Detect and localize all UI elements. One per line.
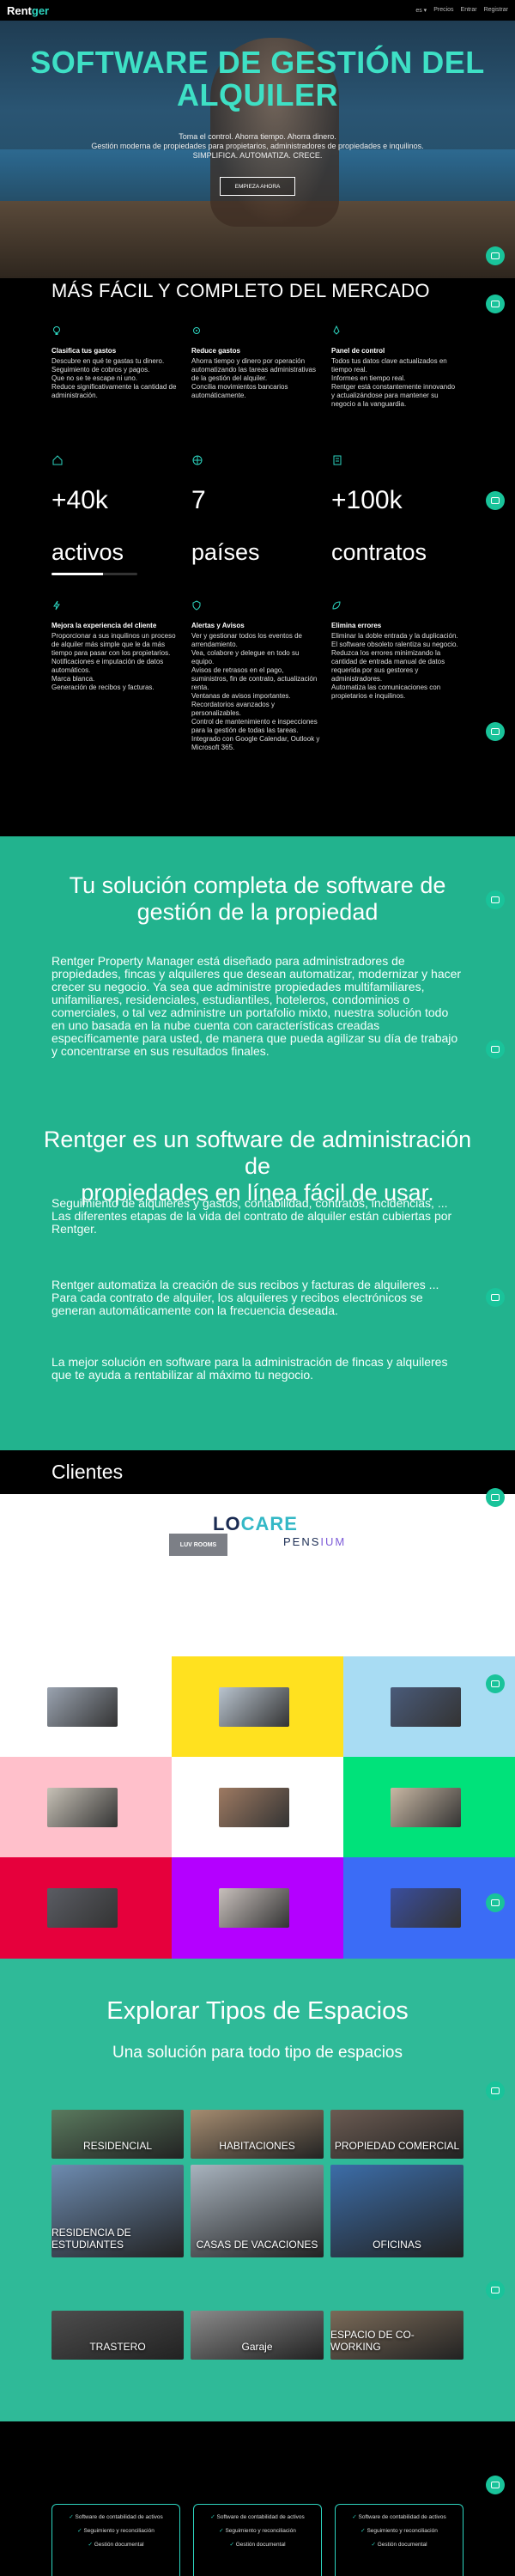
grid-cell <box>0 1757 172 1857</box>
hero-subtitle: Toma el control. Ahorra tiempo. Ahorra d… <box>91 132 424 160</box>
nav-link-login[interactable]: Entrar <box>461 7 477 14</box>
space-tile-rooms[interactable]: HABITACIONES <box>191 2110 324 2159</box>
spaces-heading: Explorar Tipos de Espacios <box>106 1997 409 2025</box>
chat-icon[interactable] <box>486 246 505 265</box>
feature-reduce-costs: Reduce gastos Ahorra tiempo y dinero por… <box>191 325 320 400</box>
grid-cell <box>172 1857 343 1959</box>
gear-icon <box>193 327 200 334</box>
clients-logos: LUV ROOMS LOCARE PENSIUM <box>0 1494 515 1681</box>
nav-link-register[interactable]: Registrar <box>484 7 508 14</box>
solution-paragraph: Rentger Property Manager está diseñado p… <box>52 954 462 1058</box>
image-grid <box>0 1656 515 1959</box>
stat-assets: +40k activos <box>52 454 180 575</box>
grid-cell <box>0 1857 172 1959</box>
chat-icon[interactable] <box>486 2476 505 2494</box>
grid-cell <box>343 1757 515 1857</box>
chat-icon[interactable] <box>486 295 505 313</box>
top-navbar: Rentger es ▾ Precios Entrar Registrar <box>0 0 515 21</box>
client-logo-pensium: PENSIUM <box>283 1535 347 1548</box>
grid-photo <box>391 1687 461 1727</box>
chat-icon[interactable] <box>486 491 505 510</box>
progress-bar <box>52 573 137 575</box>
features-section: MÁS FÁCIL Y COMPLETO DEL MERCADO Clasifi… <box>0 278 515 836</box>
feature-eliminate-errors: Elimina errores Eliminar la doble entrad… <box>331 600 460 701</box>
space-tile-residential[interactable]: RESIDENCIAL <box>52 2110 184 2159</box>
home-icon <box>52 455 63 465</box>
space-tile-commercial[interactable]: PROPIEDAD COMERCIAL <box>330 2110 464 2159</box>
chat-icon[interactable] <box>486 890 505 909</box>
grid-cell <box>172 1757 343 1857</box>
solution-section: Tu solución completa de software de gest… <box>0 836 515 1450</box>
grid-photo <box>219 1888 289 1928</box>
clients-heading: Clientes <box>52 1461 124 1483</box>
start-now-button[interactable]: EMPIEZA AHORA <box>220 177 295 196</box>
stat-countries: 7 países <box>191 454 320 566</box>
grid-photo <box>47 1788 118 1827</box>
globe-icon <box>192 455 203 465</box>
hero-section: SOFTWARE DE GESTIÓN DEL ALQUILER Toma el… <box>0 21 515 278</box>
grid-photo <box>219 1687 289 1727</box>
chat-icon[interactable] <box>486 1040 505 1059</box>
chat-icon[interactable] <box>486 1893 505 1912</box>
feature-dashboard: Panel de control Todos tus datos clave a… <box>331 325 460 409</box>
features-heading: MÁS FÁCIL Y COMPLETO DEL MERCADO <box>52 280 430 301</box>
stat-contracts: +100k contratos <box>331 454 460 566</box>
pricing-footer: Software de contabilidad de activos Segu… <box>0 2421 515 2576</box>
feature-alerts: Alertas y Avisos Ver y gestionar todos l… <box>191 600 320 752</box>
chat-icon[interactable] <box>486 1488 505 1507</box>
bulb-icon <box>53 326 60 335</box>
chat-icon[interactable] <box>486 1288 505 1307</box>
solution-heading: Tu solución completa de software de gest… <box>69 872 446 925</box>
language-selector[interactable]: es ▾ <box>415 7 427 14</box>
feature-customer-experience: Mejora la experiencia del cliente Propor… <box>52 600 180 692</box>
feature-expenses: Clasifica tus gastos Descubre en qué te … <box>52 325 180 400</box>
grid-photo <box>47 1888 118 1928</box>
grid-cell <box>0 1656 172 1757</box>
grid-photo <box>391 1788 461 1827</box>
hero-title: SOFTWARE DE GESTIÓN DEL ALQUILER <box>30 45 485 112</box>
rocket-icon <box>333 325 340 335</box>
client-logo-luvrooms: LUV ROOMS <box>169 1534 227 1556</box>
plan-card: Software de contabilidad de activos Segu… <box>335 2504 464 2576</box>
lightning-icon <box>53 600 60 611</box>
space-tile-offices[interactable]: OFICINAS <box>330 2165 464 2257</box>
space-tile-garage[interactable]: Garaje <box>191 2311 324 2360</box>
chat-icon[interactable] <box>486 2281 505 2300</box>
space-tile-coworking[interactable]: ESPACIO DE CO-WORKING <box>330 2311 464 2360</box>
grid-photo <box>47 1687 118 1727</box>
grid-cell <box>172 1656 343 1757</box>
solution-subheading: Rentger es un software de administración… <box>43 1127 472 1206</box>
shield-icon <box>192 600 201 611</box>
grid-photo <box>219 1788 289 1827</box>
client-logo-locare: LOCARE <box>213 1513 298 1534</box>
nav-links: es ▾ Precios Entrar Registrar <box>415 7 508 14</box>
grid-cell <box>343 1656 515 1757</box>
nav-link-pricing[interactable]: Precios <box>433 7 453 14</box>
automation-paragraph: Rentger automatiza la creación de sus re… <box>52 1278 439 1317</box>
spaces-section: Explorar Tipos de Espacios Una solución … <box>0 1959 515 2421</box>
spaces-subheading: Una solución para todo tipo de espacios <box>112 2044 403 2062</box>
chat-icon[interactable] <box>486 1674 505 1693</box>
grid-photo <box>391 1888 461 1928</box>
space-tile-vacation-homes[interactable]: CASAS DE VACACIONES <box>191 2165 324 2257</box>
chat-icon[interactable] <box>486 2081 505 2100</box>
tracking-paragraph: Seguimiento de alquileres y gastos, cont… <box>52 1196 452 1236</box>
space-tile-student-residence[interactable]: RESIDENCIA DE ESTUDIANTES <box>52 2165 184 2257</box>
leaf-icon <box>332 601 341 610</box>
logo[interactable]: Rentger <box>7 4 49 17</box>
plan-card: Software de contabilidad de activos Segu… <box>52 2504 180 2576</box>
plan-card: Software de contabilidad de activos Segu… <box>193 2504 322 2576</box>
space-tile-storage[interactable]: TRASTERO <box>52 2311 184 2360</box>
document-icon <box>333 455 342 465</box>
best-solution-paragraph: La mejor solución en software para la ad… <box>52 1355 448 1382</box>
chat-icon[interactable] <box>486 722 505 741</box>
